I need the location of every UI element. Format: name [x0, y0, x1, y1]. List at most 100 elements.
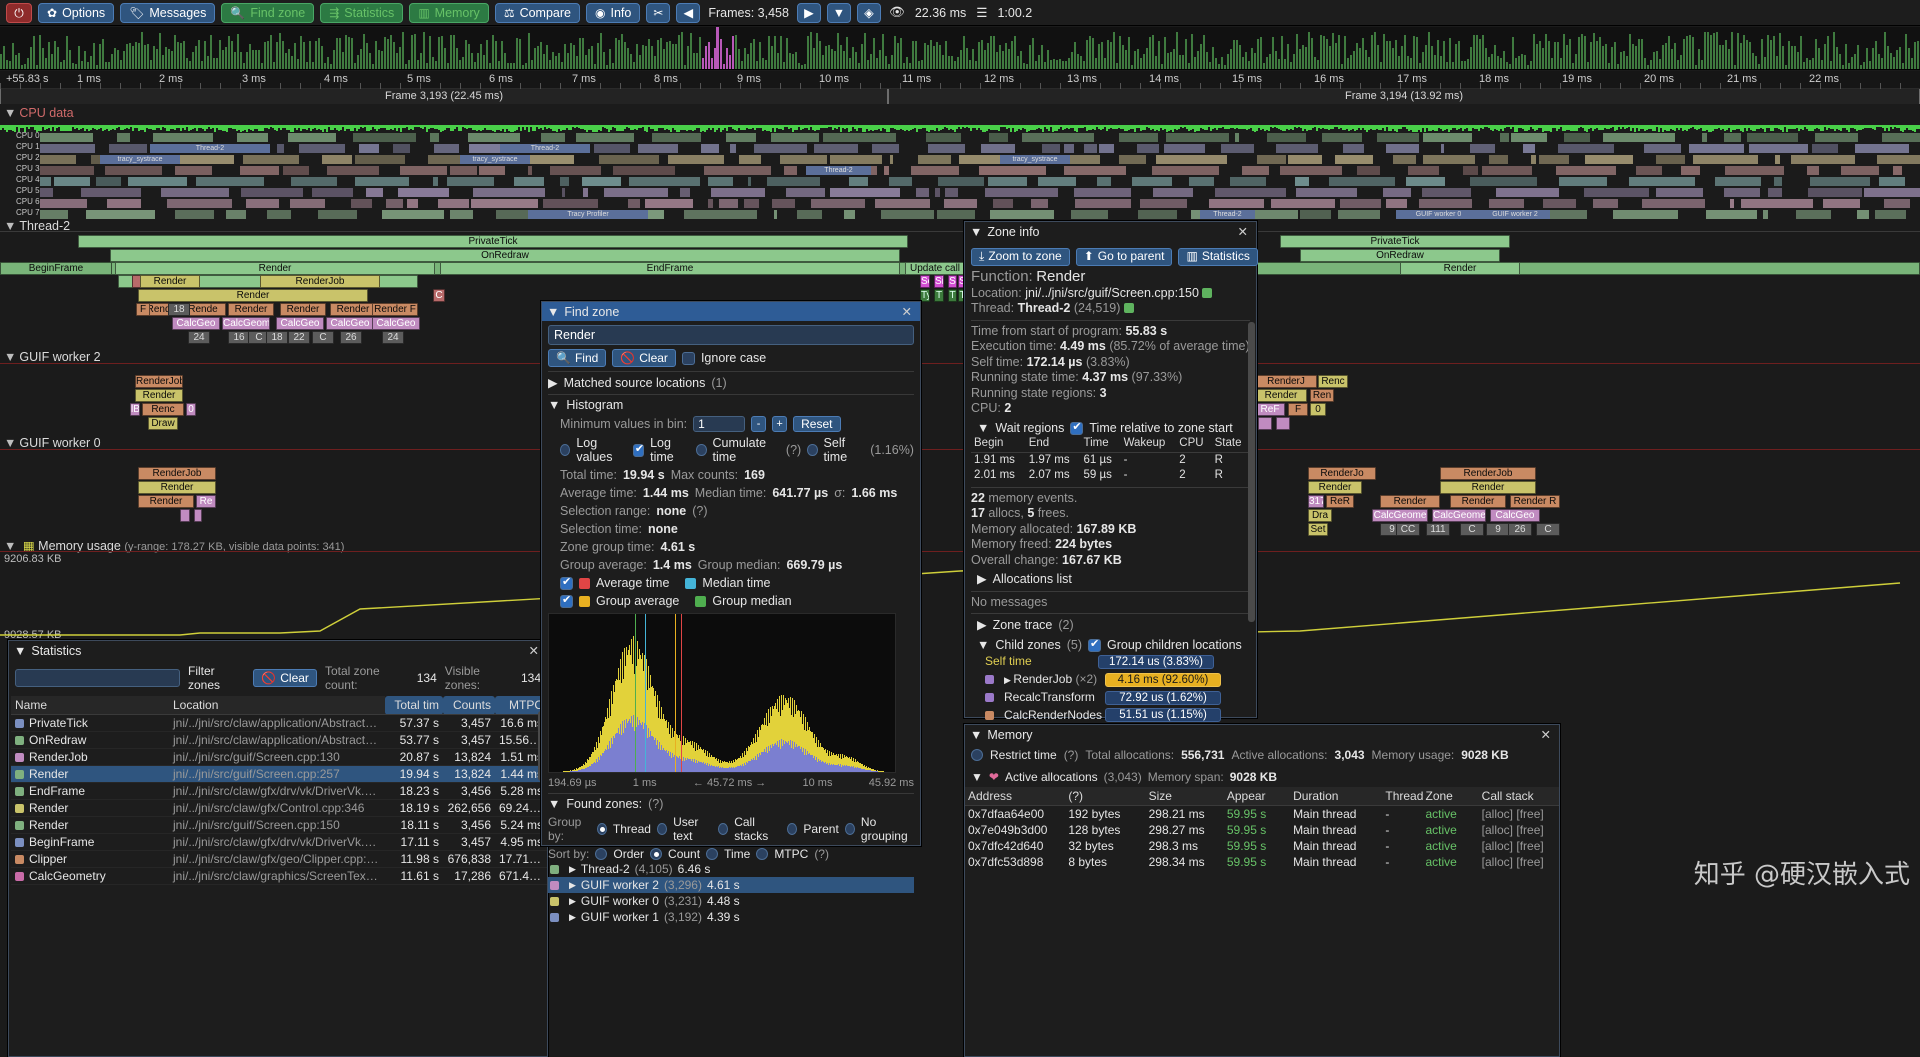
zoom-to-zone-button[interactable]: ⤓ Zoom to zone — [971, 248, 1070, 266]
table-row[interactable]: 0x7dfc53d8988 bytes298.34 ms59.95 sMain … — [965, 854, 1559, 870]
cpu-core-zone[interactable] — [1875, 210, 1906, 219]
cpu-core-zone[interactable] — [1629, 177, 1695, 186]
cpu-core-zone[interactable] — [1564, 133, 1590, 142]
cpu-core-zone[interactable] — [844, 210, 855, 219]
timeline-zone[interactable]: 26 — [340, 331, 362, 344]
table-row[interactable]: 0x7dfaa64e00192 bytes298.21 ms59.95 sMai… — [965, 806, 1559, 823]
cpu-core-zone[interactable] — [911, 166, 959, 175]
reset-button[interactable]: Reset — [793, 416, 840, 432]
cpu-core-zone[interactable] — [680, 188, 690, 197]
cpu-core-zone[interactable] — [226, 210, 246, 219]
cpu-core-zone[interactable] — [1763, 210, 1768, 219]
timeline-zone[interactable]: Render — [1440, 481, 1536, 494]
cpu-core-zone[interactable] — [1295, 177, 1309, 186]
timeline-zone[interactable]: C — [1460, 523, 1484, 536]
statistics-column-header[interactable]: Total tim — [385, 696, 443, 715]
cpu-core-zone[interactable] — [1749, 144, 1808, 153]
timeline-zone[interactable]: CalcGeome — [222, 317, 270, 330]
cpu-core-zone[interactable] — [1071, 210, 1108, 219]
timeline-zone[interactable]: Update call — [905, 262, 965, 275]
timeline-zone[interactable]: RenderJob — [135, 375, 183, 388]
cpu-core-zone[interactable] — [629, 177, 700, 186]
cpu-core-zone[interactable] — [772, 199, 795, 208]
selection-range-hint[interactable]: (?) — [692, 504, 707, 518]
timeline-zone[interactable]: Re — [196, 495, 216, 508]
clear-filter-button[interactable]: 🚫 Clear — [253, 669, 317, 687]
cpu-core-zone[interactable] — [684, 210, 757, 219]
cpu-core-zone[interactable] — [366, 188, 383, 197]
cpu-core-zone[interactable] — [1064, 144, 1074, 153]
cpu-core-zone[interactable] — [1064, 166, 1126, 175]
cpu-core-zone[interactable] — [748, 177, 751, 186]
close-icon[interactable]: ✕ — [1538, 727, 1554, 742]
table-row[interactable]: Renderjni/../jni/src/claw/gfx/Control.cp… — [11, 800, 547, 817]
cpu-core-zone[interactable] — [1242, 166, 1269, 175]
cpu-core-zone[interactable] — [1558, 144, 1614, 153]
cpu-core-zone[interactable] — [471, 199, 538, 208]
cpu-core-zone[interactable] — [1335, 155, 1373, 164]
cpu-core-zone[interactable] — [1406, 177, 1445, 186]
cpu-core-zone[interactable] — [1724, 133, 1741, 142]
timeline-zone[interactable]: Render R — [1510, 495, 1560, 508]
timeline-zone[interactable]: CalcGeome — [1372, 509, 1428, 522]
cpu-core-zone[interactable] — [40, 144, 95, 153]
cpu-core-zone[interactable] — [1815, 133, 1858, 142]
frame-block[interactable]: Frame 3,194 (13.92 ms) — [888, 89, 1920, 104]
cpu-core-zone[interactable] — [1393, 155, 1416, 164]
cpu-core-zone[interactable] — [1693, 155, 1758, 164]
timeline-zone[interactable]: 9 — [1486, 523, 1510, 536]
cpu-core-zone[interactable] — [1559, 177, 1607, 186]
cpu-core-zone[interactable] — [105, 166, 162, 175]
memory-button[interactable]: ▥ Memory — [409, 3, 489, 23]
child-zone-row[interactable]: CalcRenderNodes51.51 us (1.15%) — [971, 707, 1250, 725]
cpu-core-zone[interactable] — [1882, 133, 1920, 142]
cpu-core-zone[interactable] — [1689, 144, 1744, 153]
cpu-core-zone[interactable] — [438, 199, 469, 208]
cpu-core-zone[interactable] — [1879, 177, 1905, 186]
cpu-core-zone[interactable] — [1884, 199, 1910, 208]
cpu-core-zone[interactable] — [400, 166, 447, 175]
cpu-core-zone[interactable]: GUIF worker 2 — [1480, 210, 1550, 219]
cpu-core-zone[interactable] — [849, 177, 868, 186]
timeline-zone[interactable] — [194, 509, 202, 522]
cpu-core-zone[interactable]: GUIF worker 0 — [1396, 210, 1481, 219]
cpu-core-zone[interactable] — [1496, 188, 1559, 197]
cpu-core-zone[interactable] — [711, 188, 765, 197]
cpu-core-zone[interactable] — [1152, 166, 1219, 175]
found-zone-row[interactable]: ▶Thread-2(4,105)6.46 s — [548, 861, 914, 877]
cpu-core-zone[interactable]: Thread-2 — [500, 144, 590, 153]
cpu-core-zone[interactable] — [1140, 199, 1187, 208]
group-average-checkbox[interactable] — [560, 595, 573, 608]
timeline-zone[interactable]: ReF — [1255, 403, 1285, 416]
cpu-core-zone[interactable] — [708, 177, 733, 186]
cpu-core-zone[interactable] — [916, 188, 929, 197]
timeline-zone[interactable]: Draw — [148, 417, 178, 430]
timeline-zone[interactable] — [1258, 417, 1272, 430]
cpu-core-zone[interactable] — [739, 155, 761, 164]
chevron-right-icon[interactable]: ▶ — [569, 864, 576, 875]
timeline-zone[interactable]: ReR — [1326, 495, 1354, 508]
histogram-row[interactable]: ▼ Histogram — [548, 394, 914, 412]
cpu-core-zone[interactable] — [726, 133, 756, 142]
timeline-zone[interactable]: BeginFrame — [0, 262, 112, 275]
cpu-core-zone[interactable] — [780, 155, 827, 164]
histogram-chart[interactable] — [548, 613, 896, 773]
group-by-thread-radio[interactable] — [597, 823, 607, 835]
cpu-core-zone[interactable] — [1357, 166, 1380, 175]
memory-title-bar[interactable]: ▼ Memory ✕ — [965, 725, 1559, 744]
cpu-core-zone[interactable]: tracy_systrace — [460, 155, 530, 164]
found-zones-hint[interactable]: (?) — [648, 797, 663, 811]
cpu-core-zone[interactable] — [1531, 155, 1536, 164]
cpu-core-zone[interactable] — [175, 166, 212, 175]
timeline-zone[interactable]: CalcGeo — [276, 317, 324, 330]
cpu-core-zone[interactable] — [1153, 188, 1193, 197]
cpu-core-zone[interactable] — [1500, 133, 1509, 142]
cpu-core-zone[interactable] — [1166, 133, 1229, 142]
find-zone-button[interactable]: 🔍 Find zone — [221, 3, 314, 23]
cpu-core-zone[interactable] — [1556, 166, 1616, 175]
restrict-time-hint[interactable]: (?) — [1064, 748, 1079, 762]
timeline-zone[interactable]: Render — [138, 289, 368, 302]
wait-regions-row[interactable]: ▼ Wait regions Time relative to zone sta… — [971, 421, 1250, 437]
cpu-core-zone[interactable] — [1585, 155, 1633, 164]
cpu-core-zone[interactable] — [514, 177, 544, 186]
